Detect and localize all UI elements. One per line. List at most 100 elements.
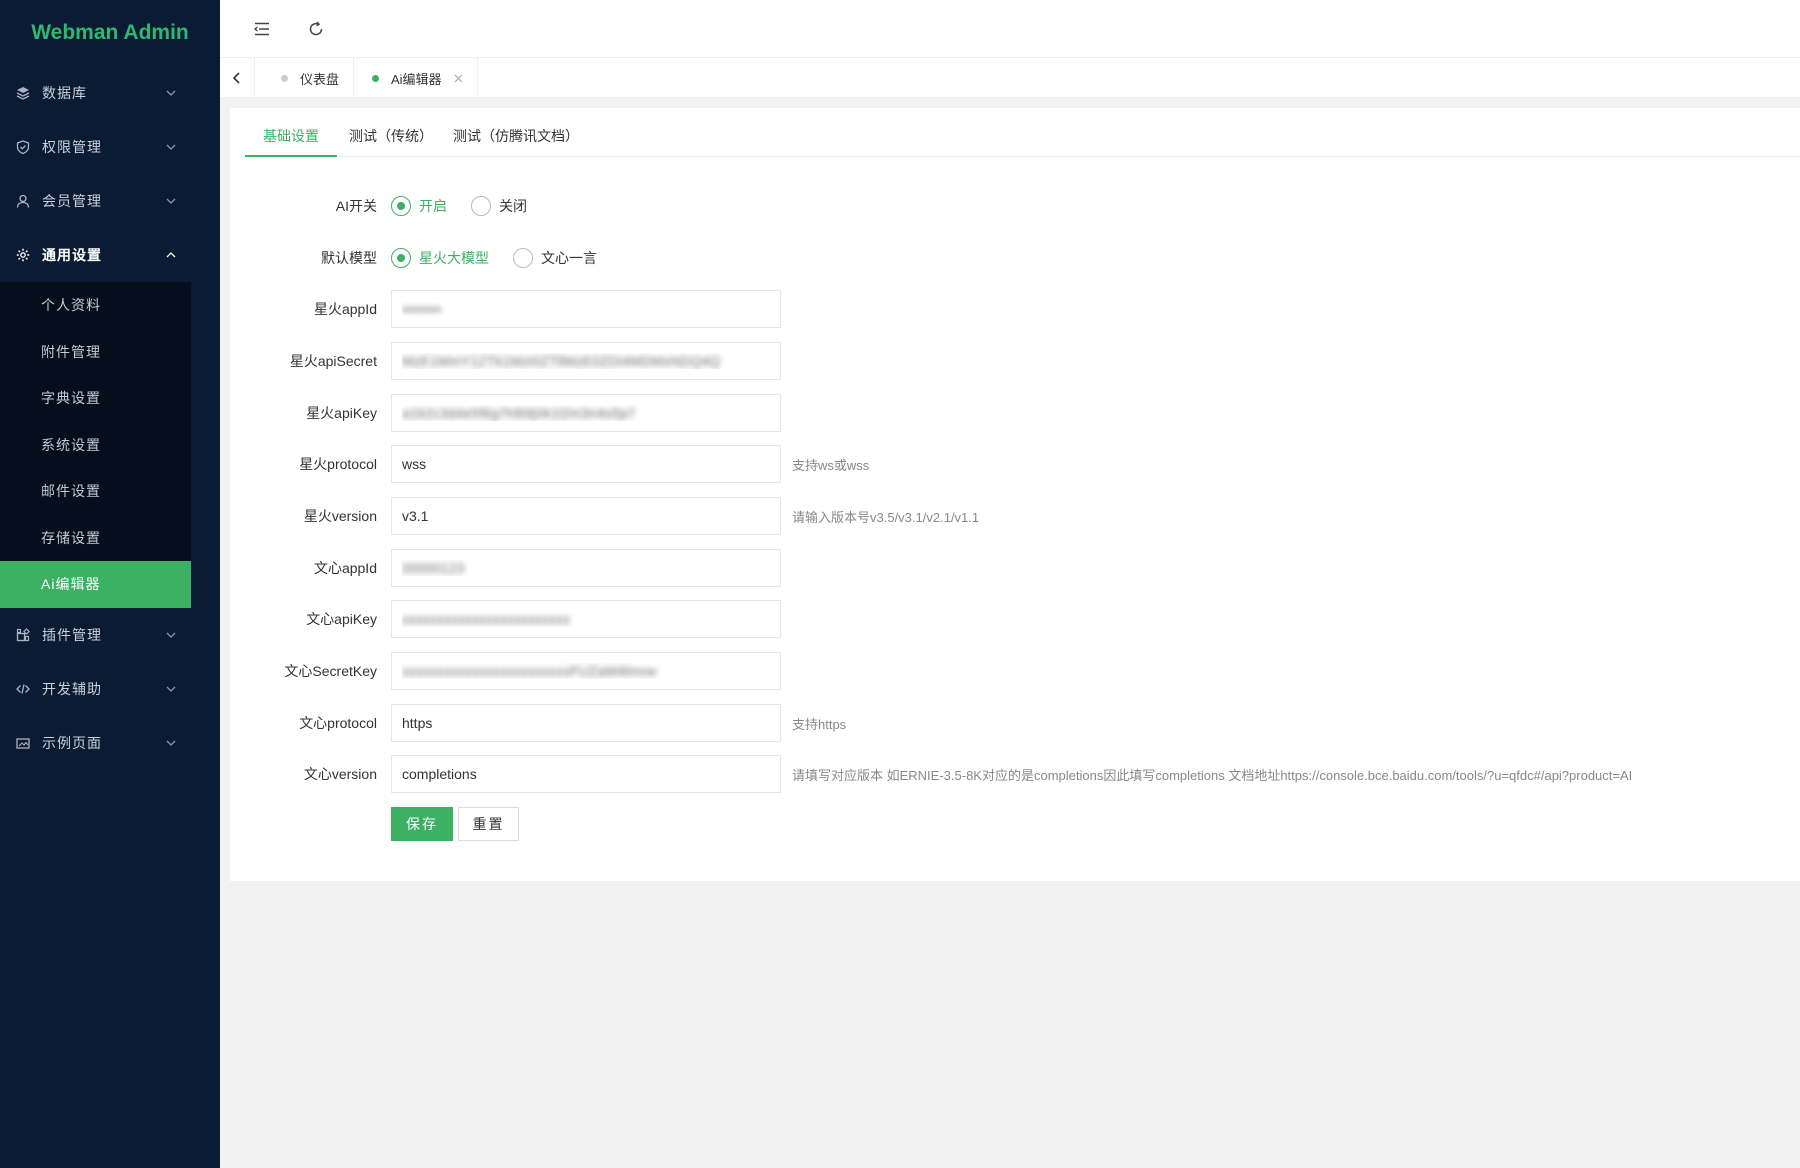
chevron-left-icon[interactable] — [226, 68, 246, 88]
tab-dot — [281, 74, 288, 82]
tab-test-traditional[interactable]: 测试（传统） — [349, 108, 433, 157]
form-row-spark-protocol: 星火protocol 支持ws或wss — [230, 445, 1790, 483]
wenxin-apikey-input[interactable] — [391, 600, 781, 638]
page-tab-label: Ai编辑器 — [391, 71, 442, 87]
sidebar-item-plugins[interactable]: 插件管理 — [0, 608, 220, 662]
sidebar-item-members[interactable]: 会员管理 — [0, 174, 220, 228]
page-tab-label: 仪表盘 — [300, 71, 340, 87]
field-label: 星火apiKey — [306, 405, 377, 421]
sidebar-subitem-profile[interactable]: 个人资料 — [0, 282, 191, 329]
field-label: 文心protocol — [299, 715, 377, 731]
form-row-spark-apikey: 星火apiKey — [230, 394, 1790, 432]
sidebar-item-database[interactable]: 数据库 — [0, 66, 220, 120]
top-header — [220, 0, 1800, 58]
sidebar-subitem-ai-editor[interactable]: Ai编辑器 — [0, 561, 191, 608]
spark-version-input[interactable] — [391, 497, 781, 535]
sidebar-item-label: 数据库 — [42, 85, 87, 101]
radio-group-default-model: 星火大模型 文心一言 — [391, 239, 621, 277]
tab-dot — [372, 74, 379, 82]
refresh-icon[interactable] — [304, 17, 328, 41]
form-row-wenxin-secretkey: 文心SecretKey — [230, 652, 1790, 690]
radio-circle — [391, 196, 411, 216]
field-hint: 支持ws或wss — [792, 457, 870, 473]
submenu-general-settings: 个人资料 附件管理 字典设置 系统设置 邮件设置 存储设置 Ai编辑器 — [0, 282, 191, 608]
sidebar-item-label: 插件管理 — [42, 626, 102, 643]
chevron-down-icon — [166, 88, 176, 98]
radio-model-wenxin[interactable]: 文心一言 — [513, 248, 597, 268]
form-tabs: 基础设置 测试（传统） 测试（仿腾讯文档） — [245, 108, 1800, 157]
form-row-default-model: 默认模型 星火大模型 文心一言 — [230, 239, 930, 277]
spark-protocol-input[interactable] — [391, 445, 781, 483]
field-label: 文心appId — [313, 560, 377, 576]
sidebar-item-label: 开发辅助 — [42, 680, 102, 697]
plugin-icon — [16, 627, 30, 642]
sidebar-item-general-settings[interactable]: 通用设置 — [0, 228, 220, 282]
wenxin-protocol-input[interactable] — [391, 704, 781, 742]
radio-circle — [391, 248, 411, 268]
sidebar-item-permissions[interactable]: 权限管理 — [0, 120, 220, 174]
sidebar-subitem-system[interactable]: 系统设置 — [0, 422, 191, 469]
form-row-spark-apisecret: 星火apiSecret — [230, 342, 1790, 380]
sidebar-subitem-storage[interactable]: 存储设置 — [0, 515, 191, 562]
spark-apisecret-input[interactable] — [391, 342, 781, 380]
image-icon — [16, 736, 30, 750]
settings-card: 基础设置 测试（传统） 测试（仿腾讯文档） AI开关 开启 关闭 默认模型 星火… — [230, 108, 1800, 881]
sidebar-item-label: 通用设置 — [42, 247, 102, 263]
radio-circle — [513, 248, 533, 268]
chevron-down-icon — [166, 142, 176, 152]
radio-ai-on[interactable]: 开启 — [391, 196, 447, 216]
app-logo: Webman Admin — [31, 21, 189, 44]
sidebar-item-examples[interactable]: 示例页面 — [0, 716, 220, 770]
field-label: 星火protocol — [299, 456, 377, 472]
radio-circle — [471, 196, 491, 216]
radio-label: 星火大模型 — [419, 250, 489, 266]
field-hint: 请输入版本号v3.5/v3.1/v2.1/v1.1 — [792, 509, 980, 525]
radio-ai-off[interactable]: 关闭 — [471, 196, 527, 216]
field-label: 星火version — [303, 508, 377, 524]
field-hint: 支持https — [792, 716, 847, 732]
radio-label: 文心一言 — [541, 250, 597, 266]
form-row-wenxin-appid: 文心appId — [230, 549, 1790, 587]
wenxin-secretkey-input[interactable] — [391, 652, 781, 690]
tab-basic-settings[interactable]: 基础设置 — [245, 108, 337, 157]
form-row-wenxin-protocol: 文心protocol 支持https — [230, 704, 1790, 742]
radio-group-ai-switch: 开启 关闭 — [391, 187, 551, 225]
user-icon — [16, 194, 30, 208]
form-row-ai-switch: AI开关 开启 关闭 — [230, 187, 930, 225]
field-label: 文心SecretKey — [284, 663, 377, 679]
reset-button[interactable]: 重置 — [458, 807, 519, 841]
page-tab-dashboard[interactable]: 仪表盘 — [254, 58, 349, 98]
save-button[interactable]: 保存 — [391, 807, 453, 841]
chevron-down-icon — [166, 196, 176, 206]
wenxin-appid-input[interactable] — [391, 549, 781, 587]
chevron-up-icon — [166, 250, 176, 260]
radio-model-spark[interactable]: 星火大模型 — [391, 248, 489, 268]
page-tab-ai-editor[interactable]: Ai编辑器 — [353, 58, 478, 98]
field-label: 默认模型 — [321, 250, 377, 266]
sidebar-subitem-mail[interactable]: 邮件设置 — [0, 468, 191, 515]
sidebar-item-label: 会员管理 — [42, 193, 102, 209]
chevron-down-icon — [166, 738, 176, 748]
sidebar-subitem-dictionary[interactable]: 字典设置 — [0, 375, 191, 422]
database-icon — [16, 86, 30, 100]
wenxin-version-input[interactable] — [391, 755, 781, 793]
sidebar-item-label: 权限管理 — [42, 139, 102, 155]
sidebar-item-dev-tools[interactable]: 开发辅助 — [0, 662, 220, 716]
close-icon[interactable] — [454, 73, 464, 83]
field-label: 星火appId — [313, 301, 377, 317]
form-row-wenxin-apikey: 文心apiKey — [230, 600, 1790, 638]
menu-toggle-icon[interactable] — [250, 17, 274, 41]
field-hint: 请填写对应版本 如ERNIE-3.5-8K对应的是completions因此填写… — [792, 767, 1633, 783]
radio-label: 开启 — [419, 198, 447, 214]
sidebar: Webman Admin 数据库 权限管理 会员管理 通用设置 个人资料 附件管… — [0, 0, 220, 1168]
form-row-spark-appid: 星火appId — [230, 290, 1790, 328]
spark-apikey-input[interactable] — [391, 394, 781, 432]
field-label: 星火apiSecret — [289, 353, 377, 369]
form-row-wenxin-version: 文心version 请填写对应版本 如ERNIE-3.5-8K对应的是compl… — [230, 755, 1790, 793]
tab-test-tencent-doc[interactable]: 测试（仿腾讯文档） — [453, 108, 579, 157]
shield-icon — [16, 140, 30, 154]
sidebar-item-label: 示例页面 — [42, 734, 102, 751]
spark-appid-input[interactable] — [391, 290, 781, 328]
sidebar-subitem-attachments[interactable]: 附件管理 — [0, 329, 191, 376]
form-row-spark-version: 星火version 请输入版本号v3.5/v3.1/v2.1/v1.1 — [230, 497, 1790, 535]
